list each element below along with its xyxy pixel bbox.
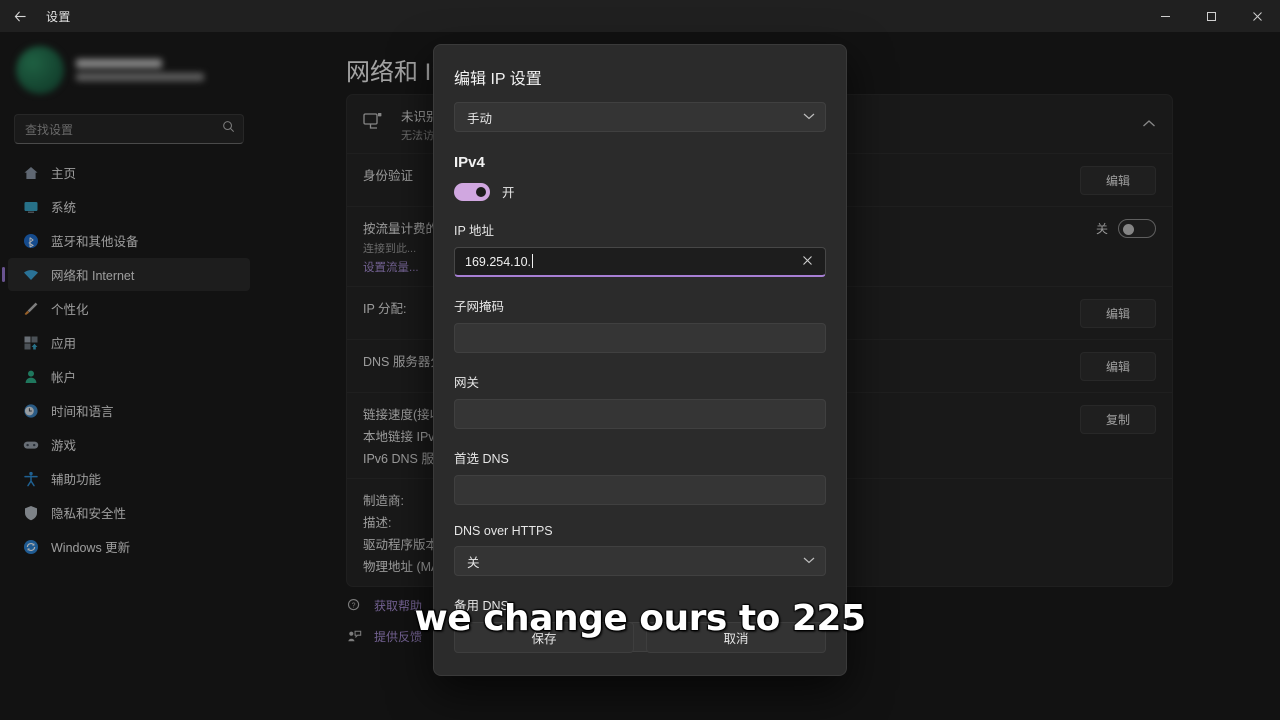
ipv4-toggle-row: 开: [434, 171, 846, 201]
ip-address-text: 169.254.10.: [465, 255, 532, 269]
gateway-label: 网关: [454, 376, 480, 390]
maximize-icon: [1206, 11, 1216, 21]
dns-over-https-select[interactable]: 关: [454, 546, 826, 576]
dns-over-https-label: DNS over HTTPS: [454, 524, 553, 538]
ip-address-value: 169.254.10.: [465, 254, 798, 269]
settings-window: 设置 查找设置 主页 系统 蓝牙和其他设备 网络和 Internet 个性化 应…: [0, 0, 1280, 720]
video-caption: we change ours to 225: [414, 598, 867, 640]
close-button[interactable]: [1234, 0, 1280, 32]
back-arrow-icon: [14, 10, 26, 22]
title-bar: 设置: [0, 0, 1280, 32]
maximize-button[interactable]: [1188, 0, 1234, 32]
back-button[interactable]: [0, 0, 40, 32]
ipv4-heading: IPv4: [454, 154, 485, 171]
chevron-down-icon: [803, 112, 815, 123]
edit-ip-settings-dialog: 编辑 IP 设置 手动 IPv4 开 IP 地址 169.254.10. 子网掩…: [433, 44, 847, 676]
select-value: 手动: [467, 111, 493, 126]
preferred-dns-label: 首选 DNS: [454, 452, 509, 466]
window-controls: [1142, 0, 1280, 32]
dialog-title: 编辑 IP 设置: [454, 71, 542, 88]
ip-address-input[interactable]: 169.254.10.: [454, 247, 826, 277]
minimize-button[interactable]: [1142, 0, 1188, 32]
text-caret: [532, 254, 534, 268]
preferred-dns-input[interactable]: [454, 475, 826, 505]
minimize-icon: [1160, 15, 1170, 17]
ip-address-label: IP 地址: [454, 224, 495, 238]
ipv4-toggle-label: 开: [502, 186, 515, 200]
subnet-mask-input[interactable]: [454, 323, 826, 353]
gateway-input[interactable]: [454, 399, 826, 429]
select-value: 关: [467, 555, 480, 570]
close-icon[interactable]: [798, 255, 817, 269]
app-title: 设置: [46, 9, 71, 24]
subnet-mask-label: 子网掩码: [454, 300, 505, 314]
ipv4-toggle[interactable]: [454, 182, 490, 201]
ip-assignment-mode-select[interactable]: 手动: [454, 102, 826, 132]
close-icon: [1252, 11, 1262, 21]
chevron-down-icon: [803, 556, 815, 567]
